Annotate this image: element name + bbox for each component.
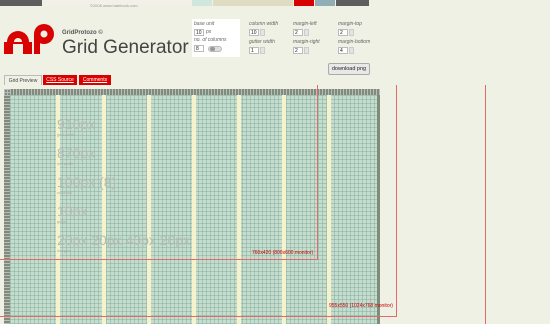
monitor-1024-guide-bottom xyxy=(0,316,397,317)
tab-css-source[interactable]: CSS Source xyxy=(43,75,77,85)
columns-input[interactable]: 8 xyxy=(194,45,204,52)
margin-left-input[interactable]: 2 xyxy=(293,29,303,36)
gutter-column xyxy=(237,95,241,324)
brand-name: GridProtozo © xyxy=(62,30,103,36)
margin-right-stepper[interactable] xyxy=(304,47,309,54)
color-swatch[interactable] xyxy=(315,0,335,6)
grid-width-value: 910px xyxy=(57,116,96,132)
copyright-text: ©2008 www.hatebook.com xyxy=(90,3,138,8)
page-title: Grid Generator xyxy=(62,37,189,58)
gutter-caption: gutter xyxy=(57,219,68,224)
gutter-width-input[interactable]: 1 xyxy=(249,47,259,54)
monitor-800-guide-right xyxy=(317,85,318,259)
margin-left-stepper[interactable] xyxy=(304,29,309,36)
grid-preview-area: 910px grid width 870px net width 100px (… xyxy=(0,85,550,324)
monitor-1024-label: 955x550 (1024x768 monitor) xyxy=(329,303,393,309)
gutter-width-label: gutter width xyxy=(249,39,275,45)
gutter-value: 10px xyxy=(57,203,88,219)
net-width-value: 870px xyxy=(57,145,96,161)
columns-slider[interactable] xyxy=(208,46,222,52)
tab-grid-preview[interactable]: Grid Preview xyxy=(4,75,42,85)
margin-bottom-stepper[interactable] xyxy=(349,47,354,54)
margin-top-label: margin-top xyxy=(338,21,362,27)
download-png-button[interactable]: download png xyxy=(328,63,370,75)
margin-top-input[interactable]: 2 xyxy=(338,29,348,36)
gutter-column xyxy=(327,95,331,324)
color-swatch[interactable] xyxy=(213,0,293,6)
color-swatch[interactable] xyxy=(336,0,369,6)
monitor-1024-guide-right xyxy=(396,85,397,226)
column-width-stepper[interactable] xyxy=(260,29,265,36)
base-unit-input[interactable]: 10 xyxy=(194,29,204,36)
margins-caption: margins xyxy=(57,248,72,253)
gutter-column xyxy=(192,95,196,324)
margin-bottom-input[interactable]: 4 xyxy=(338,47,348,54)
vertical-ruler xyxy=(4,89,10,324)
gridprotozo-logo xyxy=(4,24,54,54)
color-swatch[interactable] xyxy=(192,0,212,6)
margin-right-label: margin-right xyxy=(293,39,320,45)
columns-value: 100px (8) xyxy=(57,174,117,190)
margin-top-stepper[interactable] xyxy=(349,29,354,36)
color-swatch[interactable] xyxy=(0,0,42,6)
net-width-caption: net width xyxy=(57,161,74,166)
column-width-label: column width xyxy=(249,21,279,27)
monitor-wide-guide xyxy=(485,85,486,324)
color-swatch[interactable] xyxy=(294,0,314,6)
columns-label: no. of columns xyxy=(194,37,227,43)
gutter-column xyxy=(147,95,151,324)
margins-value: 20px 20px 40px 20px xyxy=(57,232,191,248)
monitor-800-label: 760x420 (800x600 monitor) xyxy=(252,250,314,256)
base-unit-suffix: px xyxy=(206,29,212,35)
columns-caption: columns xyxy=(57,190,72,195)
column-width-input[interactable]: 10 xyxy=(249,29,259,36)
gutter-column xyxy=(102,95,106,324)
monitor-1024-guide-right-lower xyxy=(396,226,397,316)
gutter-width-stepper[interactable] xyxy=(260,47,265,54)
monitor-800-guide-bottom xyxy=(0,259,318,260)
margin-right-input[interactable]: 2 xyxy=(293,47,303,54)
margin-bottom-label: margin-bottom xyxy=(338,39,371,45)
gutter-column xyxy=(282,95,286,324)
tab-comments[interactable]: Comments xyxy=(79,75,111,85)
margin-left-label: margin-left xyxy=(293,21,317,27)
grid-width-caption: grid width xyxy=(57,132,75,137)
base-unit-label: base unit xyxy=(194,21,215,27)
